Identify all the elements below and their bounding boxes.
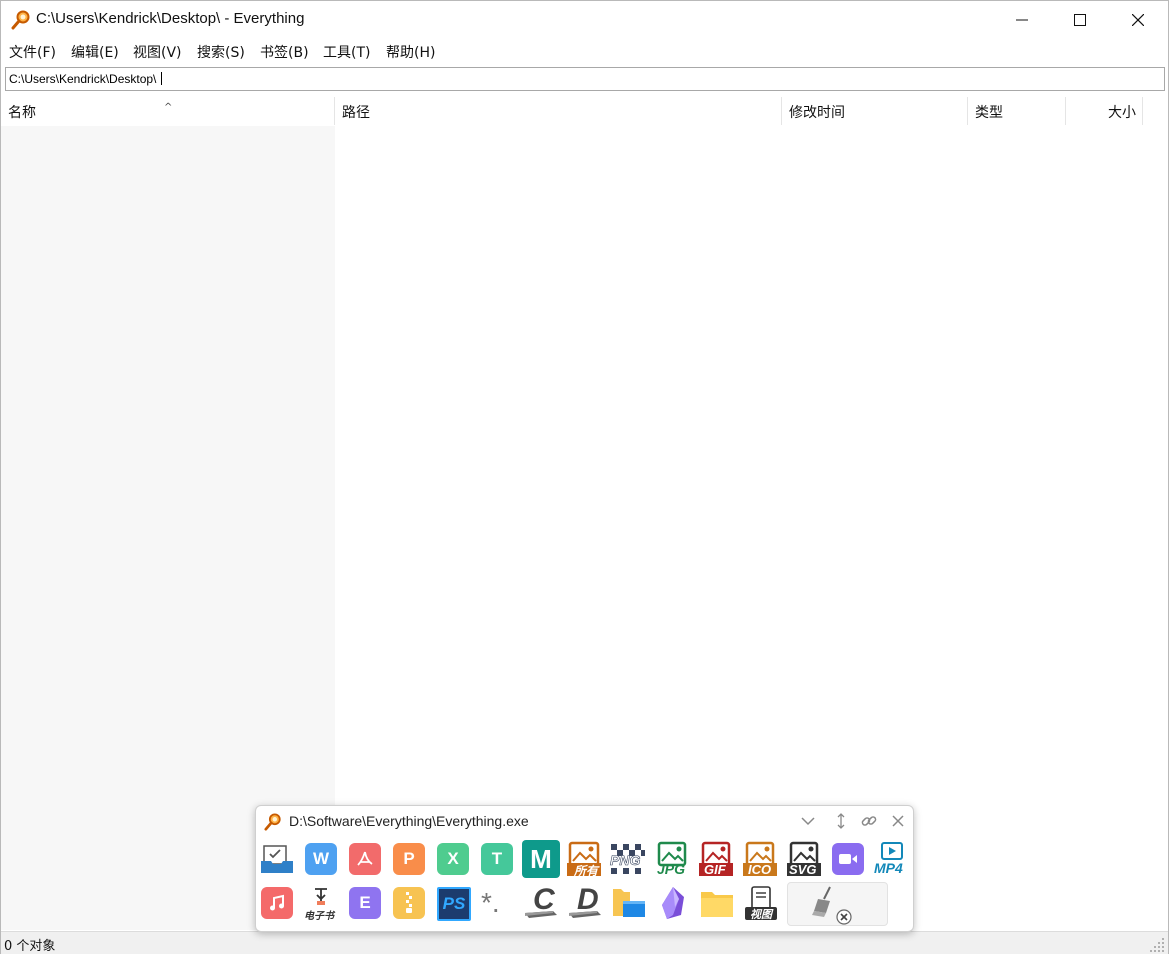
png-label: PNG — [610, 852, 641, 869]
search-input-value: C:\Users\Kendrick\Desktop\ — [9, 72, 163, 86]
column-header-modified-label: 修改时间 — [789, 105, 845, 121]
popup-link-button[interactable] — [859, 811, 879, 831]
vertical-resize-icon — [837, 813, 845, 829]
link-icon — [861, 816, 877, 826]
music-icon[interactable] — [259, 885, 295, 921]
pdf-icon-bg — [349, 843, 381, 875]
menu-tools[interactable]: 工具(T) — [323, 42, 370, 62]
popup-title: D:\Software\Everything\Everything.exe — [289, 813, 529, 829]
jpg-icon[interactable]: JPG — [654, 841, 690, 877]
mp4-label: MP4 — [874, 860, 903, 876]
svg-icon[interactable]: SVG — [786, 841, 822, 877]
d-drive-label: D — [577, 883, 599, 916]
menu-help[interactable]: 帮助(H) — [386, 42, 435, 62]
video-icon-bg — [832, 843, 864, 875]
magnifier-icon — [264, 813, 281, 831]
popup-resize-button[interactable] — [831, 811, 851, 831]
search-query-text: C:\Users\Kendrick\Desktop\ — [9, 72, 157, 86]
ico-icon[interactable]: ICO — [742, 841, 778, 877]
epub-icon[interactable]: E — [347, 885, 383, 921]
column-header-type[interactable]: 类型 — [968, 97, 1066, 125]
c-drive-icon[interactable]: C — [523, 883, 559, 921]
ico-label: ICO — [748, 862, 772, 877]
gif-label: GIF — [704, 862, 726, 877]
epub-label: E — [349, 887, 381, 919]
maximize-icon — [1074, 14, 1086, 26]
markdown-icon[interactable]: M — [521, 839, 561, 879]
inbox-check-icon[interactable] — [259, 841, 295, 877]
zip-archive-icon[interactable] — [391, 885, 427, 921]
window-title: C:\Users\Kendrick\Desktop\ - Everything — [36, 10, 305, 27]
column-header-path[interactable]: 路径 — [335, 97, 782, 125]
obsidian-icon[interactable] — [655, 885, 691, 921]
close-button[interactable] — [1109, 1, 1167, 39]
menu-edit[interactable]: 编辑(E) — [71, 42, 119, 62]
asterisk-wildcard-label: *. — [481, 887, 500, 918]
column-header-type-label: 类型 — [975, 105, 1003, 121]
wps-presentation-label: P — [393, 843, 425, 875]
photoshop-label: PS — [437, 887, 471, 921]
text-caret — [161, 72, 163, 85]
music-icon-bg — [261, 887, 293, 919]
markdown-label: M — [522, 840, 560, 878]
wps-presentation-icon[interactable]: P — [391, 841, 427, 877]
column-header-size-label: 大小 — [1108, 105, 1136, 121]
text-doc-icon[interactable]: T — [479, 841, 515, 877]
close-icon — [892, 815, 904, 827]
results-header: ^ 名称 路径 修改时间 类型 大小 — [1, 97, 1168, 126]
asterisk-wildcard-icon[interactable]: *. — [479, 885, 515, 921]
c-drive-label: C — [533, 883, 555, 916]
column-header-name-label: 名称 — [8, 105, 36, 121]
wps-spreadsheet-icon[interactable]: X — [435, 841, 471, 877]
view-doc-label: 视图 — [750, 909, 772, 921]
wps-spreadsheet-label: X — [437, 843, 469, 875]
ebook-label: 电子书 — [304, 911, 334, 922]
photoshop-icon[interactable]: PS — [435, 885, 471, 921]
magnifier-icon — [11, 10, 30, 30]
title-bar[interactable]: C:\Users\Kendrick\Desktop\ - Everything — [1, 1, 1168, 39]
d-drive-icon[interactable]: D — [567, 883, 603, 921]
mp4-icon[interactable]: MP4 — [872, 841, 912, 877]
menu-file[interactable]: 文件(F) — [9, 42, 56, 62]
column-header-size[interactable]: 大小 — [1066, 97, 1143, 125]
gif-icon[interactable]: GIF — [698, 841, 734, 877]
popup-collapse-button[interactable] — [798, 811, 818, 831]
folder-icon[interactable] — [699, 885, 735, 921]
all-images-icon[interactable]: 所有 — [566, 841, 602, 878]
popup-close-button[interactable] — [888, 811, 908, 831]
status-text: 0 个对象 — [4, 939, 56, 954]
maximize-button[interactable] — [1051, 1, 1109, 39]
column-header-path-label: 路径 — [342, 105, 370, 121]
column-header-name[interactable]: ^ 名称 — [1, 97, 335, 125]
sort-ascending-icon: ^ — [164, 102, 173, 113]
quick-launch-popup: D:\Software\Everything\Everything.exe W … — [255, 805, 914, 932]
wps-word-icon[interactable]: W — [303, 841, 339, 877]
svg-label: SVG — [789, 862, 817, 877]
menu-view[interactable]: 视图(V) — [133, 42, 182, 62]
jpg-label: JPG — [657, 861, 686, 877]
ebook-icon[interactable]: 电子书 — [303, 885, 339, 922]
wps-word-label: W — [305, 843, 337, 875]
chevron-down-icon — [801, 817, 815, 826]
view-doc-icon[interactable]: 视图 — [743, 885, 779, 921]
minimize-icon — [1016, 19, 1028, 21]
menu-bar: 文件(F) 编辑(E) 视图(V) 搜索(S) 书签(B) 工具(T) 帮助(H… — [1, 39, 1168, 63]
status-bar: 0 个对象 — [1, 931, 1168, 954]
minimize-button[interactable] — [993, 1, 1051, 39]
folder-window-icon[interactable] — [611, 885, 647, 921]
all-images-label: 所有 — [574, 864, 599, 878]
broom-clear-icon[interactable] — [787, 882, 888, 926]
close-icon — [1132, 14, 1144, 26]
column-header-modified[interactable]: 修改时间 — [782, 97, 968, 125]
resize-grip-icon[interactable] — [1144, 936, 1166, 952]
pdf-icon[interactable] — [347, 841, 383, 877]
text-doc-label: T — [481, 843, 513, 875]
zip-archive-bg — [393, 887, 425, 919]
video-icon[interactable] — [830, 841, 866, 877]
menu-search[interactable]: 搜索(S) — [197, 42, 245, 62]
search-input[interactable]: C:\Users\Kendrick\Desktop\ — [5, 67, 1165, 91]
png-icon[interactable]: PNG — [610, 841, 646, 877]
menu-bookmarks[interactable]: 书签(B) — [260, 42, 309, 62]
